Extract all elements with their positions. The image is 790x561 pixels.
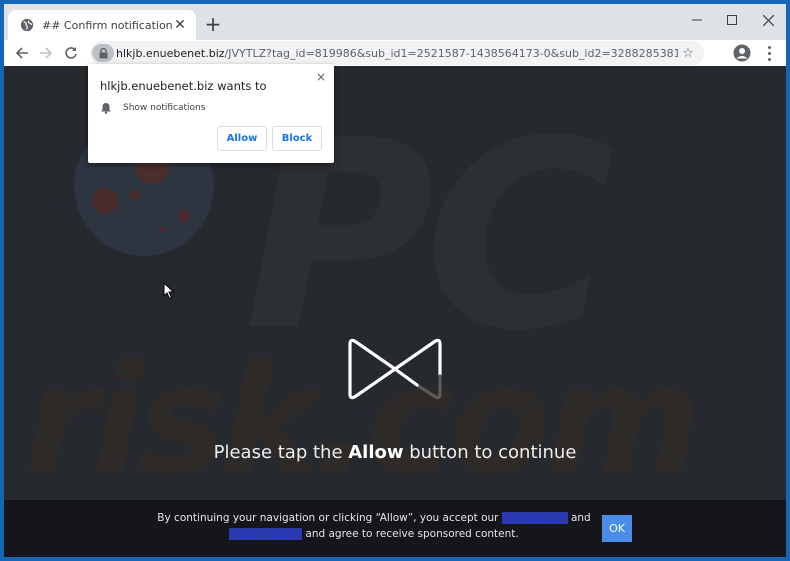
bell-icon [101, 103, 111, 114]
notification-permission-popup: hlkjb.enuebenet.biz wants to × Show noti… [88, 64, 334, 163]
tab-strip: ## Confirm notifications ## ✕ + [4, 4, 786, 40]
consent-text-3: and agree to receive sponsored content. [302, 528, 519, 540]
permission-label: Show notifications [123, 103, 206, 113]
close-icon [762, 14, 774, 26]
maximize-icon [727, 15, 737, 25]
window-close-button[interactable] [750, 8, 786, 32]
popup-title: hlkjb.enuebenet.biz wants to [100, 79, 267, 93]
forward-button[interactable] [34, 41, 58, 65]
popup-close-icon[interactable]: × [316, 70, 326, 84]
cta-prefix: Please tap the [213, 442, 349, 463]
consent-bar: By continuing your navigation or clickin… [4, 500, 786, 557]
browser-toolbar: hlkjb.enuebenet.biz/JVYTLZ?tag_id=819986… [4, 40, 786, 66]
cta-allow-word: Allow [348, 442, 404, 463]
mouse-cursor-icon [163, 282, 175, 300]
tab-confirm-notifications[interactable]: ## Confirm notifications ## ✕ [8, 10, 196, 40]
globe-icon [20, 18, 34, 32]
reload-icon [65, 47, 77, 59]
consent-text-2: and [567, 512, 591, 524]
consent-text: By continuing your navigation or clickin… [154, 510, 594, 542]
block-button[interactable]: Block [272, 126, 322, 151]
minimize-button[interactable] [679, 8, 715, 32]
reload-button[interactable] [59, 41, 83, 65]
url-path: /JVYTLZ?tag_id=819986&sub_id1=2521587-14… [224, 46, 678, 60]
tab-title: ## Confirm notifications ## [42, 18, 172, 32]
cta-suffix: button to continue [403, 442, 577, 463]
forward-arrow-icon [40, 47, 53, 59]
tab-close-icon[interactable]: ✕ [172, 17, 188, 33]
url-host: hlkjb.enuebenet.biz [116, 46, 225, 60]
consent-text-1: By continuing your navigation or clickin… [157, 512, 502, 524]
allow-instruction-text: Please tap the Allow button to continue [4, 442, 786, 463]
address-bar[interactable]: hlkjb.enuebenet.biz/JVYTLZ?tag_id=819986… [90, 41, 704, 65]
url-text[interactable]: hlkjb.enuebenet.biz/JVYTLZ?tag_id=819986… [116, 47, 678, 60]
terms-of-use-link[interactable]: terms of use [501, 512, 568, 524]
privacy-policy-link[interactable]: privacy policy [229, 528, 303, 540]
browser-window: ## Confirm notifications ## ✕ + hlkjb.en… [4, 4, 786, 557]
watermark-dot [92, 188, 118, 214]
maximize-button[interactable] [714, 8, 750, 32]
bowtie-loader-icon [348, 338, 442, 400]
browser-menu-icon[interactable] [764, 44, 774, 62]
bookmark-star-icon[interactable]: ☆ [678, 46, 698, 61]
watermark-dot [130, 190, 140, 200]
allow-button[interactable]: Allow [217, 126, 267, 151]
watermark-dot [178, 210, 190, 222]
watermark-dot [160, 226, 166, 232]
ok-button[interactable]: OK [602, 515, 632, 542]
back-arrow-icon [15, 47, 28, 59]
back-button[interactable] [10, 41, 34, 65]
lock-icon [99, 47, 107, 58]
site-info-button[interactable] [92, 44, 114, 62]
new-tab-button[interactable]: + [202, 14, 224, 36]
profile-avatar-icon[interactable] [733, 44, 751, 62]
minimize-icon [692, 19, 702, 21]
